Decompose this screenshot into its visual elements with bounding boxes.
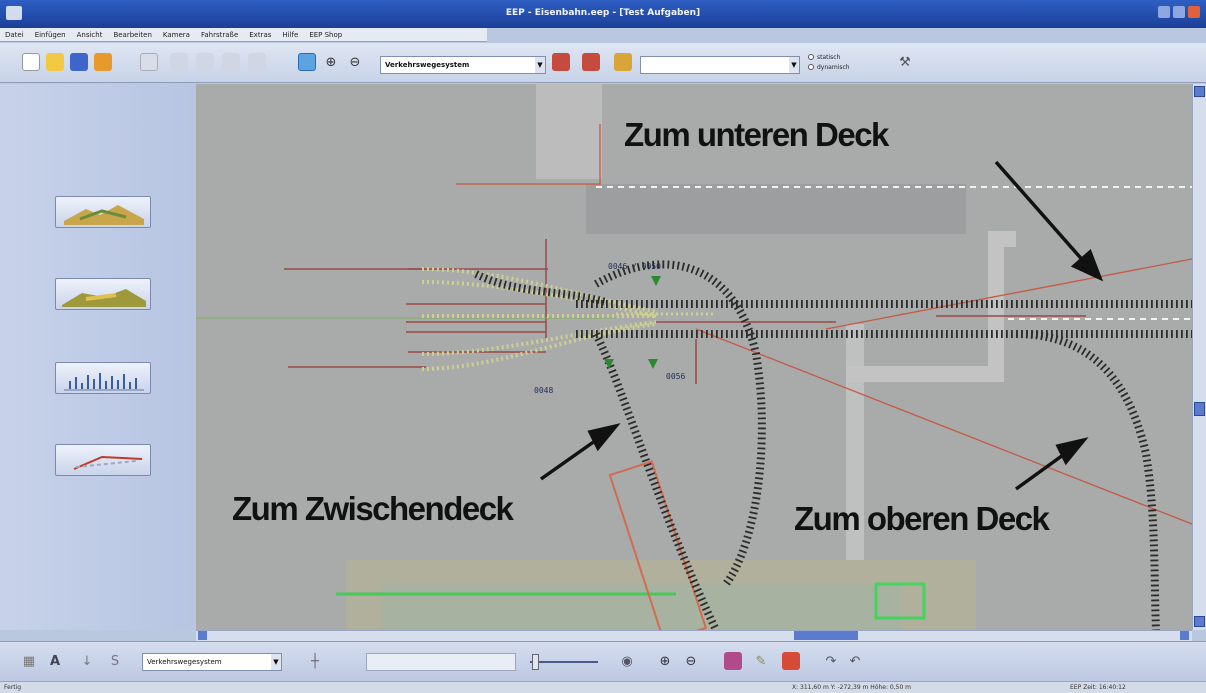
sidebar-3d-view-button[interactable] [55,196,151,228]
rotate-left-icon[interactable]: ↶ [846,652,864,670]
zoom-out-icon[interactable]: ⊖ [346,53,364,71]
track-system-value: Verkehrswegesystem [385,61,470,69]
chevron-down-icon: ▼ [789,57,799,73]
annotation-upper-deck: Zum oberen Deck [794,500,1050,537]
track-editor-icon [73,455,143,470]
menu-fahrstrasse[interactable]: Fahrstraße [201,31,238,39]
save-icon[interactable] [70,53,88,71]
main-toolbar: ⊕ ⊖ Verkehrswegesystem ▼ ▼ statisch dyna… [0,43,1206,83]
pointer-icon[interactable]: ↓ [78,652,96,670]
window-title: EEP - Eisenbahn.eep - [Test Aufgaben] [505,8,701,18]
sidebar-track-editor-button[interactable] [55,444,151,476]
close-button[interactable] [1188,6,1200,18]
terrain-patch [586,184,966,234]
scroll-down-button[interactable] [1194,616,1205,627]
grid-icon[interactable]: ▦ [20,652,38,670]
track-system-select[interactable]: Verkehrswegesystem ▼ [380,56,546,74]
status-coordinates: X: 311,60 m Y: -272,39 m Höhe: 0,50 m [792,684,912,691]
chevron-down-icon: ▼ [271,654,281,670]
track-label: 0046 / 0050 [608,262,661,271]
menu-kamera[interactable]: Kamera [163,31,190,39]
sidebar-terrain-view-button[interactable] [55,278,151,310]
status-eep-time: EEP Zeit: 16:40:12 [1070,684,1126,691]
height-slider[interactable] [530,661,598,663]
radio-circle-icon [808,54,814,60]
vertical-scrollbar[interactable] [1192,84,1206,630]
scroll-thumb[interactable] [1194,402,1205,416]
status-bar: Fertig X: 311,60 m Y: -272,39 m Höhe: 0,… [0,681,1206,693]
annotation-lower-deck: Zum unteren Deck [624,116,889,153]
track-label: 0048 [534,386,554,395]
maximize-button[interactable] [1173,6,1185,18]
height-slider-thumb[interactable] [532,654,539,670]
track-connect-icon[interactable]: ┼ [306,652,324,670]
sidebar-elevation-view-button[interactable] [55,362,151,394]
menu-hilfe[interactable]: Hilfe [282,31,298,39]
zoom-in-icon[interactable]: ⊕ [322,53,340,71]
scroll-left-button[interactable] [198,631,207,640]
chevron-down-icon: ▼ [535,57,545,73]
copy-icon[interactable] [196,53,214,71]
landscape-3d-icon [64,205,144,225]
scroll-right-button[interactable] [1180,631,1189,640]
minimize-button[interactable] [1158,6,1170,18]
object-tool-icon[interactable] [614,53,632,71]
horizontal-scroll-thumb[interactable] [794,631,858,640]
undo-icon[interactable] [248,53,266,71]
annotation-middle-deck: Zum Zwischendeck [232,490,514,527]
menu-ansicht[interactable]: Ansicht [77,31,103,39]
scroll-up-button[interactable] [1194,86,1205,97]
zoom-out-icon[interactable]: ⊖ [682,652,700,670]
menu-datei[interactable]: Datei [5,31,24,39]
status-text: Fertig [4,684,22,691]
track-tool-icon[interactable] [552,53,570,71]
bottom-track-system-select[interactable]: Verkehrswegesystem ▼ [142,653,282,671]
object-select[interactable]: ▼ [640,56,800,74]
radio-dynamic[interactable]: dynamisch [808,62,878,72]
rotate-right-icon[interactable]: ↷ [822,652,840,670]
menu-einfuegen[interactable]: Einfügen [35,31,66,39]
menu-bearbeiten[interactable]: Bearbeiten [113,31,151,39]
tool-b-icon[interactable]: ✎ [752,652,770,670]
radio-static[interactable]: statisch [808,52,878,62]
cut-icon[interactable] [170,53,188,71]
tool-a-icon[interactable] [724,652,742,670]
map-view-icon[interactable] [298,53,316,71]
paste-icon[interactable] [222,53,240,71]
camera-icon[interactable]: ◉ [618,652,636,670]
menu-bar: Datei Einfügen Ansicht Bearbeiten Kamera… [0,28,487,42]
new-file-icon[interactable] [22,53,40,71]
track-label: 0056 [666,372,686,381]
signal-tool-icon[interactable] [582,53,600,71]
curve-icon[interactable]: S [106,652,124,670]
platform-area [536,84,602,179]
position-input[interactable] [366,653,516,671]
print-icon[interactable] [140,53,158,71]
track-plan-canvas [196,84,1192,630]
save-as-icon[interactable] [94,53,112,71]
eep-window: EEP - Eisenbahn.eep - [Test Aufgaben] Da… [0,0,1206,693]
radio-circle-icon [808,64,814,70]
green-area [381,584,901,630]
bottom-track-system-value: Verkehrswegesystem [147,658,222,666]
view-sidebar [0,84,196,630]
horizontal-scrollbar[interactable] [196,630,1192,641]
tools-icon[interactable]: ⚒ [896,53,914,71]
text-icon[interactable]: A [46,652,64,670]
track-editor-viewport[interactable]: Zum unteren Deck Zum Zwischendeck Zum ob… [196,84,1192,630]
bottom-toolbar: ▦ A ↓ S Verkehrswegesystem ▼ ┼ ◉ ⊕ ⊖ ✎ ↷… [0,641,1206,681]
mode-radio-group: statisch dynamisch [808,52,878,76]
tool-c-icon[interactable] [782,652,800,670]
menu-extras[interactable]: Extras [249,31,271,39]
menu-eep-shop[interactable]: EEP Shop [309,31,342,39]
elevation-profile-icon [64,373,144,391]
zoom-in-icon[interactable]: ⊕ [656,652,674,670]
title-bar: EEP - Eisenbahn.eep - [Test Aufgaben] [0,0,1206,28]
terrain-icon [62,289,146,307]
open-folder-icon[interactable] [46,53,64,71]
